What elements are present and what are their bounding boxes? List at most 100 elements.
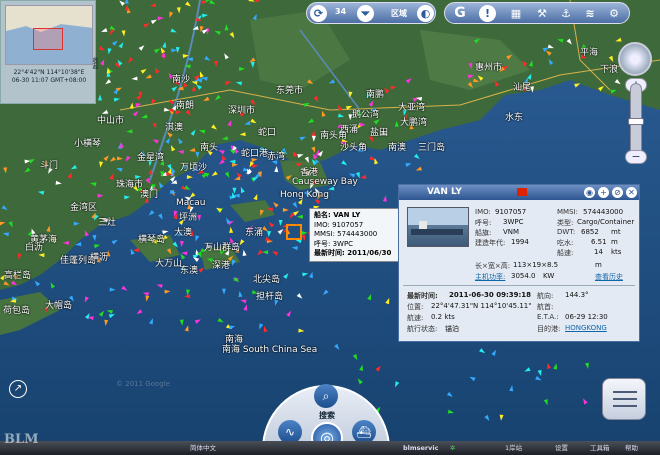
place-label: 平海 — [580, 48, 599, 58]
place-label: 南头 — [200, 143, 219, 153]
value-mmsi: 574443000 — [583, 208, 624, 216]
wave-icon[interactable]: ≋ — [581, 5, 599, 22]
ship-detail-panel: VAN LY ◉ + ⊘ ✕ IMO: 9107057 MMSI: 574443… — [398, 184, 640, 342]
place-label: 高栏岛 — [4, 271, 32, 281]
close-icon[interactable]: ✕ — [626, 187, 637, 198]
selected-ship-marker[interactable] — [286, 224, 302, 240]
place-label: 蛇口港 — [241, 149, 269, 159]
label-mmsi: MMSI: — [557, 208, 578, 216]
value-flag: VNM — [503, 228, 520, 236]
unit-length[interactable]: m — [595, 261, 602, 269]
add-icon[interactable]: + — [598, 187, 609, 198]
place-label: 小横琴 — [74, 139, 102, 149]
info-icon[interactable]: ! — [479, 5, 496, 22]
label-course: 航向: — [537, 292, 554, 300]
place-label: 大鹏湾 — [400, 118, 428, 128]
sync-icon[interactable]: ⟳ — [310, 5, 327, 22]
menu-line — [613, 398, 637, 400]
tools-icon[interactable]: ⚒ — [533, 5, 551, 22]
tooltip-callsign: 呼号: 3WPC — [314, 239, 354, 248]
layers-icon[interactable]: ◐ — [417, 5, 434, 22]
brand-label: blmservic — [403, 444, 439, 452]
search-button[interactable]: 搜索 — [312, 410, 342, 421]
ship-photo[interactable] — [407, 207, 469, 247]
language-selector[interactable]: 简体中文 — [190, 442, 216, 454]
history-link[interactable]: 查看历史 — [595, 272, 623, 282]
unit-draft[interactable]: m — [611, 238, 618, 246]
place-label: 南海 South China Sea — [222, 345, 318, 355]
value-eta: 06-29 12:30 — [565, 313, 608, 321]
place-label: 大亚湾 — [398, 103, 426, 113]
flag-icon — [517, 188, 527, 196]
overview-map[interactable] — [5, 5, 93, 65]
place-label: 深圳市 — [228, 106, 256, 116]
place-label: 惠州市 — [475, 63, 503, 73]
place-label: 金湾区 — [70, 203, 98, 213]
anchor-icon[interactable]: ⚓ — [557, 5, 575, 22]
toolbar-right: G ! ▦ ⚒ ⚓ ≋ ⚙ — [444, 2, 630, 24]
settings-button[interactable]: 设置 — [555, 442, 568, 454]
place-label: 蛇口 — [258, 128, 277, 138]
value-engine: 3054.0 — [511, 272, 536, 280]
google-g-icon[interactable]: G — [451, 5, 469, 22]
place-label: 斗门 — [40, 161, 59, 171]
blm-logo: BLM — [4, 432, 39, 447]
label-mode-button[interactable]: 区域 — [385, 5, 413, 22]
status-globe-icon[interactable]: ✲ — [450, 442, 455, 454]
place-label: 淇澳 — [165, 123, 184, 133]
ship-count: 34 — [335, 7, 347, 16]
place-label: 珠海市 — [116, 180, 144, 190]
expand-arrow-icon[interactable]: ↗ — [9, 380, 27, 398]
pan-control[interactable] — [618, 42, 652, 76]
value-dwt: 6852 — [581, 228, 599, 236]
tooltip-name: 船名: VAN LY — [314, 211, 361, 219]
place-label: 坪洲 — [179, 213, 198, 223]
value-type: Cargo/Container — [577, 218, 635, 226]
place-label: 南朗 — [176, 101, 195, 111]
unit-speed[interactable]: kts — [611, 248, 621, 256]
place-label: 水东 — [505, 113, 524, 123]
value-latest-time: 2011-06-30 09:39:18 — [449, 291, 532, 299]
place-label: 大帽岛 — [45, 301, 73, 311]
label-latest-time: 最新时间: — [407, 292, 438, 300]
toolbox-button[interactable]: 工具箱 — [590, 442, 610, 454]
value-draft: 6.51 — [591, 238, 607, 246]
toolbar-left: ⟳ 34 ⏷ 区域 ◐ — [306, 2, 436, 24]
overview-toggle-button[interactable]: 收起 — [87, 57, 99, 97]
unit-dwt[interactable]: mt — [611, 228, 621, 236]
place-label: 汕尾 — [513, 83, 532, 93]
eye-icon[interactable]: ◉ — [584, 187, 595, 198]
place-label: 深港 — [212, 261, 231, 271]
filter-icon[interactable]: ⏷ — [357, 5, 374, 22]
tooltip-imo: IMO: 9107057 — [314, 220, 364, 229]
overview-coords: 22°4'42"N 114°10'38"E 06-30 11:07 GMT+08… — [11, 69, 87, 84]
shore-station-button[interactable]: 1岸站 — [505, 442, 522, 454]
settings-icon[interactable]: ⚙ — [605, 5, 623, 22]
menu-line — [613, 391, 637, 393]
place-label: 东澳 — [180, 266, 199, 276]
zoom-handle[interactable] — [628, 118, 644, 125]
value-dest[interactable]: HONGKONG — [565, 324, 607, 332]
label-spd: 航速: — [407, 314, 424, 322]
place-label: 大澳 — [174, 228, 193, 238]
place-label: 东涌 — [245, 228, 264, 238]
value-pos: 22°4'47.31"N 114°10'45.11" — [431, 302, 532, 310]
overview-viewport-rect[interactable] — [33, 28, 63, 50]
place-label: 南鹏 — [366, 90, 385, 100]
menu-button[interactable] — [602, 378, 646, 420]
zoom-out-button[interactable]: − — [625, 150, 647, 164]
place-label: 东莞市 — [276, 86, 304, 96]
help-button[interactable]: 帮助 — [625, 442, 638, 454]
label-dwt: DWT: — [557, 228, 576, 236]
calendar-icon[interactable]: ▦ — [507, 5, 525, 22]
label-nav-status: 航行状态: — [407, 325, 438, 333]
place-label: 三门岛 — [418, 143, 446, 153]
track-icon[interactable]: ⊘ — [612, 187, 623, 198]
place-label: 南沙 — [172, 75, 191, 85]
place-label: 鹅公湾 — [352, 110, 380, 120]
place-label: 南澳 — [388, 143, 407, 153]
search-icon[interactable]: ⌕ — [314, 384, 338, 408]
label-engine[interactable]: 主机功率: — [475, 272, 505, 282]
unit-engine[interactable]: KW — [543, 272, 554, 280]
place-label: 横琴岛 — [138, 235, 166, 245]
